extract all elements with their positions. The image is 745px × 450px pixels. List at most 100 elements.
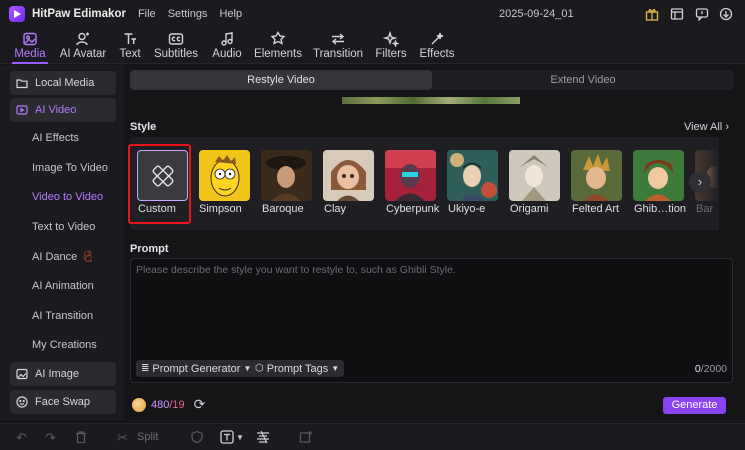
style-label-baroque: Baroque xyxy=(262,203,304,215)
gallery-next-button[interactable]: › xyxy=(689,171,711,193)
sidebar-sub-image-to-video[interactable]: Image To Video xyxy=(32,162,108,174)
tab-effects[interactable]: Effects xyxy=(418,28,456,64)
tab-audio[interactable]: Audio xyxy=(211,28,243,64)
caret-down-icon[interactable]: ▼ xyxy=(236,433,244,442)
sidebar-item-ai-image-label: AI Image xyxy=(35,368,80,380)
prompt-tags-button[interactable]: ⬡ Prompt Tags ▼ xyxy=(250,360,345,377)
style-label-cyberpunk: Cyberpunk xyxy=(386,203,440,215)
redo-icon[interactable]: ↷ xyxy=(45,430,56,446)
sidebar-sub-my-creations[interactable]: My Creations xyxy=(32,339,97,351)
baroque-thumbnail xyxy=(261,150,312,201)
tab-elements[interactable]: Elements xyxy=(254,28,302,64)
prompt-input[interactable]: Please describe the style you want to re… xyxy=(130,258,733,383)
simpson-thumbnail xyxy=(199,150,250,201)
generate-button[interactable]: Generate xyxy=(663,397,726,414)
tab-filters[interactable]: Filters xyxy=(374,28,408,64)
main-panel: Restyle Video Extend Video Style View Al… xyxy=(124,65,745,420)
text-tool-icon[interactable] xyxy=(220,430,234,444)
add-track-icon[interactable] xyxy=(299,430,313,444)
main-toolbar: Media AI Avatar Text Subtitles Audio Ele… xyxy=(0,28,745,64)
credits-cost: /19 xyxy=(169,398,185,411)
effects-icon xyxy=(431,32,444,45)
app-name: HitPaw Edimakor xyxy=(32,8,126,20)
sidebar-item-ai-image[interactable]: AI Image xyxy=(10,362,116,386)
timeline-toolbar: ↶ ↷ ✂ Split ▼ xyxy=(0,423,745,450)
crop-icon[interactable] xyxy=(256,430,270,444)
filters-icon xyxy=(383,31,399,47)
title-bar: HitPaw Edimakor File Settings Help xyxy=(0,0,745,28)
style-section-title: Style xyxy=(130,121,157,133)
clay-thumbnail xyxy=(323,150,374,201)
elements-icon xyxy=(270,31,286,45)
tab-extend-video[interactable]: Extend Video xyxy=(432,70,734,90)
avatar-icon xyxy=(76,32,89,46)
style-label-ghibli-animation: Ghib…tion xyxy=(634,203,686,215)
tab-effects-label: Effects xyxy=(419,48,455,60)
chevron-right-icon: › xyxy=(725,121,729,133)
dancer-icon: 💃︎ xyxy=(80,251,95,263)
style-card-simpson[interactable] xyxy=(199,150,250,201)
prompt-generator-icon: ≣ xyxy=(141,363,150,374)
sidebar-item-local-media[interactable]: Local Media xyxy=(10,71,116,95)
delete-icon[interactable] xyxy=(74,430,88,444)
style-label-simpson: Simpson xyxy=(199,203,242,215)
prompt-placeholder: Please describe the style you want to re… xyxy=(136,264,456,276)
origami-thumbnail xyxy=(509,150,560,201)
menu-help[interactable]: Help xyxy=(219,8,242,20)
message-icon[interactable] xyxy=(695,7,709,21)
shield-icon[interactable] xyxy=(190,430,204,444)
style-card-felted-art[interactable] xyxy=(571,150,622,201)
style-card-origami[interactable] xyxy=(509,150,560,201)
felted-art-thumbnail xyxy=(571,150,622,201)
layout-icon[interactable] xyxy=(670,7,684,21)
menu-settings[interactable]: Settings xyxy=(168,8,208,20)
credits-display: 480/19 ⟳ xyxy=(132,396,205,413)
sidebar: Local Media AI Video AI Effects Image To… xyxy=(0,65,124,420)
sidebar-item-local-media-label: Local Media xyxy=(35,77,95,89)
tab-ai-avatar-label: AI Avatar xyxy=(59,48,107,60)
chevron-right-icon: › xyxy=(697,174,703,189)
sidebar-sub-ai-dance[interactable]: AI Dance 💃︎ xyxy=(32,250,94,263)
sidebar-item-ai-video[interactable]: AI Video xyxy=(10,98,116,122)
tab-media-label: Media xyxy=(14,48,46,60)
style-label-ukiyo-e: Ukiyo-e xyxy=(448,203,486,215)
transition-icon xyxy=(331,33,345,45)
prompt-tags-label: Prompt Tags xyxy=(266,362,329,375)
ghibli-thumbnail xyxy=(633,150,684,201)
sidebar-item-face-swap[interactable]: Face Swap xyxy=(10,390,116,414)
menu-file[interactable]: File xyxy=(138,8,156,20)
style-card-ukiyo-e[interactable] xyxy=(447,150,498,201)
tab-ai-avatar[interactable]: AI Avatar xyxy=(58,28,108,64)
undo-icon[interactable]: ↶ xyxy=(16,430,27,446)
tab-restyle-video[interactable]: Restyle Video xyxy=(130,70,432,90)
style-card-ghibli-animation[interactable] xyxy=(633,150,684,201)
text-icon xyxy=(124,33,136,44)
style-label-partial: Bar xyxy=(696,203,714,215)
refresh-icon[interactable]: ⟳ xyxy=(194,396,206,413)
face-swap-icon xyxy=(16,396,28,408)
coin-icon xyxy=(132,397,146,412)
download-icon[interactable] xyxy=(719,7,733,21)
tab-transition[interactable]: Transition xyxy=(313,28,363,64)
view-all-label: View All xyxy=(683,121,723,133)
tab-text[interactable]: Text xyxy=(117,28,143,64)
style-card-baroque[interactable] xyxy=(261,150,312,201)
tab-subtitles[interactable]: Subtitles xyxy=(153,28,199,64)
view-all-link[interactable]: View All › xyxy=(684,121,729,133)
sidebar-sub-ai-effects[interactable]: AI Effects xyxy=(32,132,79,144)
sidebar-sub-video-to-video[interactable]: Video to Video xyxy=(32,191,103,203)
style-card-clay[interactable] xyxy=(323,150,374,201)
style-label-clay: Clay xyxy=(324,203,347,215)
ai-image-icon xyxy=(16,368,28,380)
sidebar-sub-ai-animation[interactable]: AI Animation xyxy=(32,280,94,292)
scissors-icon[interactable]: ✂ xyxy=(117,430,128,446)
sidebar-sub-ai-transition[interactable]: AI Transition xyxy=(32,310,93,322)
prompt-generator-button[interactable]: ≣ Prompt Generator ▼ xyxy=(136,360,257,377)
gift-icon[interactable] xyxy=(645,7,659,21)
prompt-section-title: Prompt xyxy=(130,243,169,255)
tab-media[interactable]: Media xyxy=(12,28,48,64)
split-label[interactable]: Split xyxy=(137,431,158,443)
tab-text-label: Text xyxy=(119,48,141,60)
sidebar-sub-text-to-video[interactable]: Text to Video xyxy=(32,221,95,233)
style-card-cyberpunk[interactable] xyxy=(385,150,436,201)
